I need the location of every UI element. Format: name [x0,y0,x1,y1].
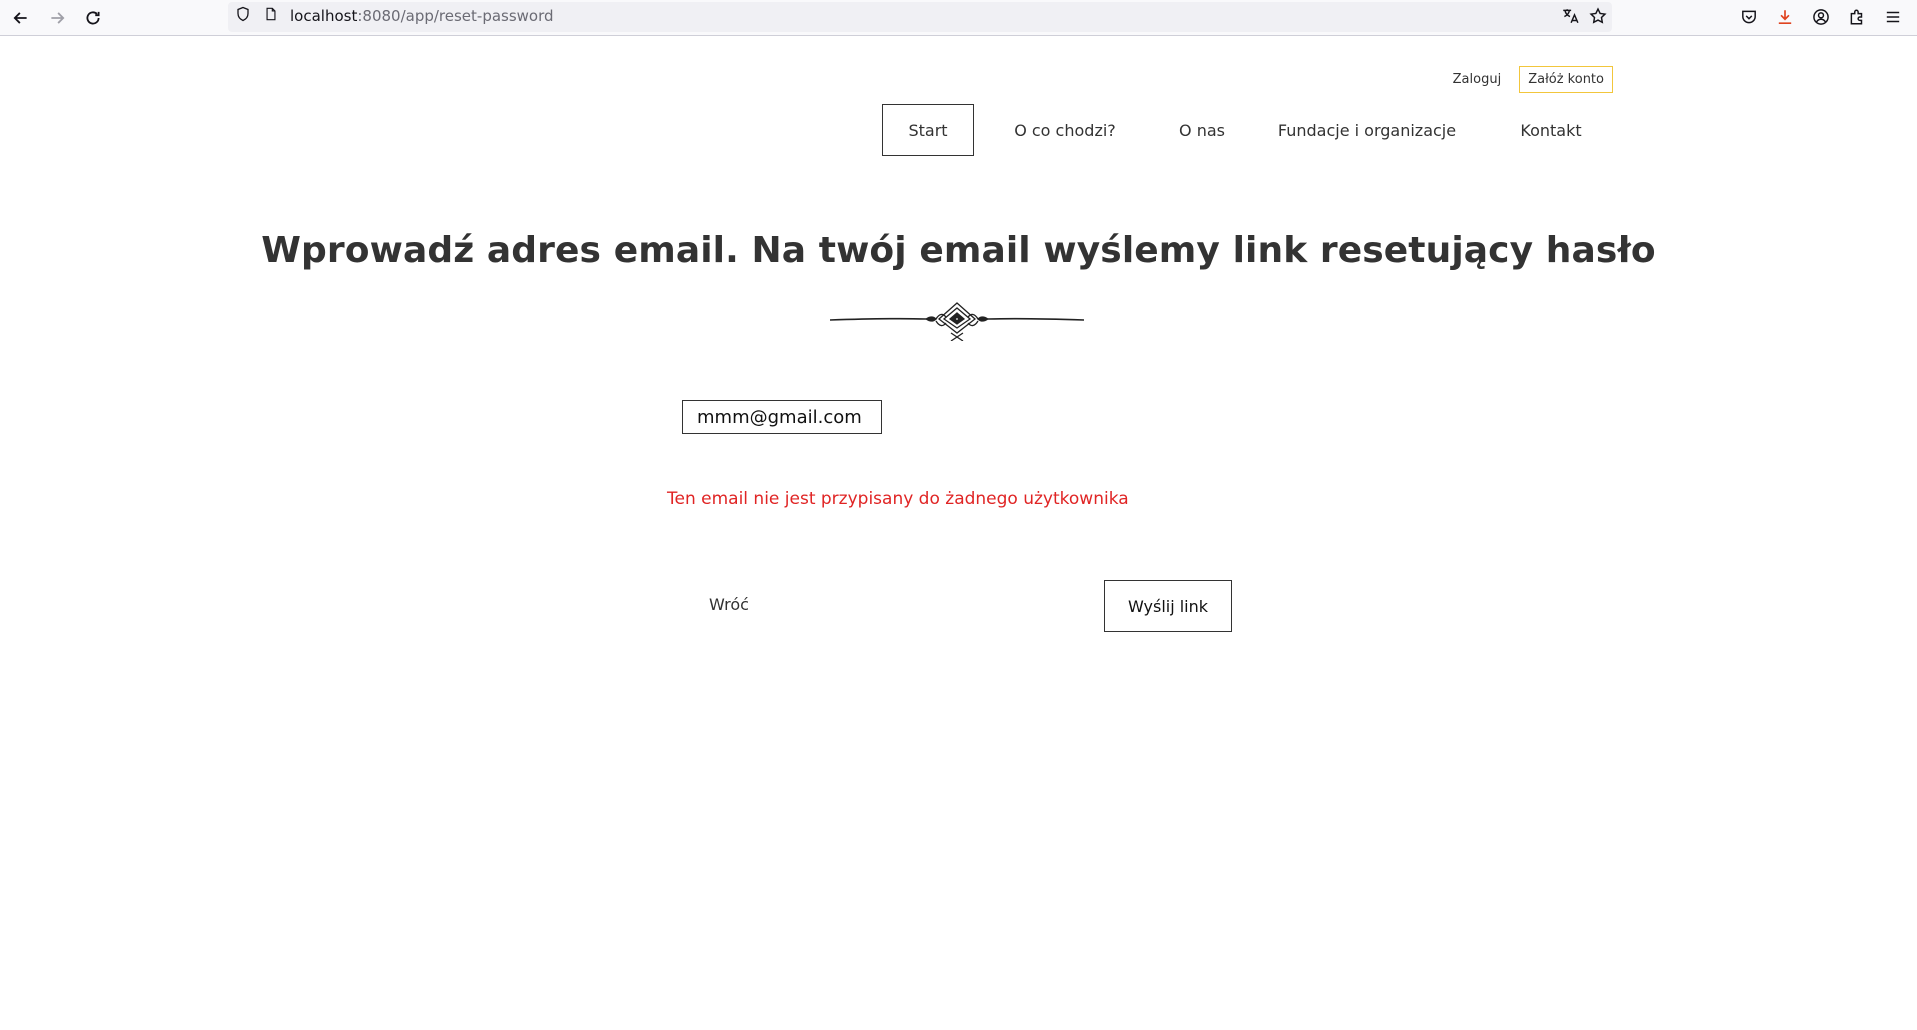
nav-item-about-idea[interactable]: O co chodzi? [998,104,1132,156]
menu-hamburger-icon[interactable] [1881,5,1905,29]
reload-icon[interactable] [79,4,107,32]
bookmark-star-icon[interactable] [1587,5,1609,27]
download-icon[interactable] [1773,5,1797,29]
forward-arrow-icon[interactable] [43,4,71,32]
extensions-icon[interactable] [1845,5,1869,29]
nav-item-start[interactable]: Start [882,104,974,156]
auth-links: Zaloguj Załóż konto [1453,66,1613,93]
account-icon[interactable] [1809,5,1833,29]
nav-item-foundations[interactable]: Fundacje i organizacje [1272,104,1462,156]
browser-toolbar: localhost:8080/app/reset-password [0,0,1917,36]
page-info-icon[interactable] [264,6,280,26]
send-link-button[interactable]: Wyślij link [1104,580,1232,632]
page-title: Wprowadź adres email. Na twój email wyśl… [261,230,1656,271]
register-button[interactable]: Załóż konto [1519,66,1613,93]
url-text[interactable]: localhost:8080/app/reset-password [290,7,554,25]
error-message: Ten email nie jest przypisany do żadnego… [667,489,1129,509]
pocket-icon[interactable] [1737,5,1761,29]
back-arrow-icon[interactable] [7,4,35,32]
page-content: Zaloguj Załóż konto Start O co chodzi? O… [0,37,1917,1030]
back-link[interactable]: Wróć [709,595,749,614]
nav-item-about-us[interactable]: O nas [1162,104,1242,156]
url-path: :8080/app/reset-password [357,7,554,25]
tracking-shield-icon[interactable] [235,6,253,26]
url-host: localhost [290,7,358,25]
nav-item-contact[interactable]: Kontakt [1506,104,1596,156]
email-field[interactable] [682,400,882,434]
ornament-divider-icon [829,299,1085,342]
translate-icon[interactable] [1559,5,1581,27]
login-link[interactable]: Zaloguj [1453,72,1502,87]
